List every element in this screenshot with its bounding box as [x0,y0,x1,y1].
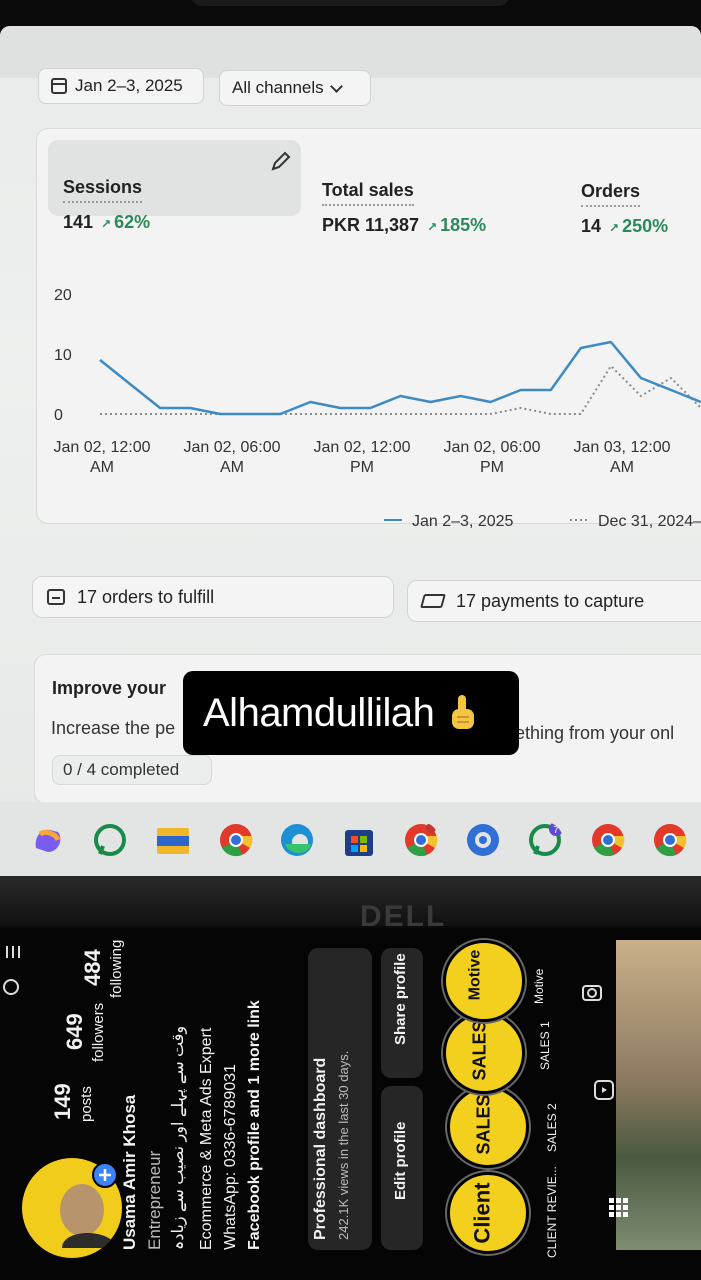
channel-filter-label: All channels [232,78,324,97]
x-tick-label: AM [610,459,634,476]
metric-value-orders: 14 ↗ 250% [581,216,669,236]
series-line [99,340,701,416]
edit-pencil-icon[interactable] [270,150,292,172]
story-caption-sticker: Alhamdullilah [183,671,519,755]
y-tick-label: 0 [54,407,63,424]
y-tick-label: 10 [54,347,72,364]
file-explorer-icon[interactable] [155,822,191,858]
metric-title-sessions: Sessions [63,177,143,203]
highlight-label-motive: Motive [532,968,546,1004]
dashboard-subtitle: 242.1K views in the last 30 days. [336,1050,351,1240]
profile-bio-line: Ecommerce & Meta Ads Expert [198,1027,215,1250]
highlight-cover-sales-2: SALES [473,1094,494,1155]
highlight-cover-sales-1: SALES [469,1020,490,1081]
highlight-cover-motive: Motive [466,949,484,1001]
setup-progress-label: 0 / 4 completed [63,760,180,779]
chrome-icon[interactable] [652,822,688,858]
orders-to-fulfill-button[interactable]: 17 orders to fulfill [32,576,394,618]
following-count[interactable]: 484 [80,949,106,986]
inbox-icon [47,589,65,605]
profile-category: Entrepreneur [145,1150,164,1250]
legend-label: Jan 2–3, 2025 [412,513,514,530]
channel-filter[interactable]: All channels [219,70,371,106]
payments-to-capture-button[interactable]: 17 payments to capture [407,580,701,622]
edit-profile-label: Edit profile [392,1121,409,1200]
menu-lines-icon[interactable] [4,944,24,960]
followers-label[interactable]: followers [90,1003,107,1062]
following-label[interactable]: following [108,940,125,998]
camera-notch [190,0,510,6]
caption-text: Alhamdullilah [203,690,435,735]
camera-icon[interactable] [580,980,604,1004]
share-profile-label: Share profile [392,953,409,1045]
profile-name: Usama Amir Khosa [120,1094,139,1250]
y-tick-label: 20 [54,287,72,304]
improve-description-right: ething from your onl [515,723,675,743]
laptop-bezel [0,876,701,926]
posts-label: posts [78,1086,95,1122]
chrome-icon[interactable] [590,822,626,858]
improve-description-left: Increase the pe [51,718,176,738]
highlight-label-sales-1: SALES 1 [538,1021,552,1070]
pointing-up-hand-icon [452,695,475,729]
chevron-down-icon [329,79,343,93]
x-tick-label: Jan 02, 12:00 [54,439,151,456]
x-tick-label: Jan 02, 12:00 [314,439,411,456]
microsoft-store-icon[interactable] [341,822,377,858]
improve-title: Improve your [52,678,167,698]
highlight-label-sales-2: SALES 2 [545,1103,559,1152]
x-tick-label: Jan 03, 12:00 [574,439,671,456]
metric-value-sales: PKR 11,387 ↗ 185% [322,215,487,235]
dashboard-title: Professional dashboard [312,1057,329,1240]
edge-icon[interactable] [279,822,315,858]
whatsapp-icon[interactable]: 7 [527,822,563,858]
metric-title-orders: Orders [581,181,641,207]
sessions-line-chart: 20 10 0 Jan 02, 12:00 AM Jan 02, 06:00 AM Jan 0… [54,287,701,530]
highlight-cover-client: Client [469,1182,495,1244]
metric-value-sessions: 141 ↗ 62% [63,212,151,232]
whatsapp-icon[interactable] [92,822,128,858]
money-icon [420,594,446,608]
followers-count[interactable]: 649 [62,1013,88,1050]
add-story-plus-icon[interactable] [92,1162,118,1188]
profile-bio-urdu: وقت سے پہلے اور نصیب سے زیادہ [170,1025,187,1250]
x-tick-label: PM [350,459,374,476]
date-range-label: Jan 2–3, 2025 [75,76,183,95]
legend-label: Dec 31, 2024– [598,513,701,530]
date-range-filter[interactable]: Jan 2–3, 2025 [38,68,204,104]
highlight-label-client: CLIENT REVIE... [545,1166,559,1258]
reels-icon[interactable] [592,1078,616,1102]
chrome-icon[interactable] [403,822,439,858]
payments-to-capture-label: 17 payments to capture [456,590,645,611]
x-tick-label: AM [220,459,244,476]
setup-progress-badge: 0 / 4 completed [52,755,212,785]
chrome-icon[interactable] [218,822,254,858]
metric-title-sales: Total sales [322,180,414,206]
x-tick-label: Jan 02, 06:00 [444,439,541,456]
copilot-icon[interactable] [30,822,66,858]
chrome-remote-desktop-icon[interactable] [465,822,501,858]
orders-to-fulfill-label: 17 orders to fulfill [77,586,215,607]
grid-icon[interactable] [606,1195,632,1221]
calendar-icon [51,78,67,94]
x-tick-label: Jan 02, 06:00 [184,439,281,456]
x-tick-label: AM [90,459,114,476]
profile-links[interactable]: Facebook profile and 1 more link [246,1000,264,1250]
threads-icon[interactable] [2,978,20,996]
profile-whatsapp: WhatsApp: 0336-6789031 [222,1064,239,1250]
posts-count: 149 [50,1083,75,1120]
x-tick-label: PM [480,459,504,476]
